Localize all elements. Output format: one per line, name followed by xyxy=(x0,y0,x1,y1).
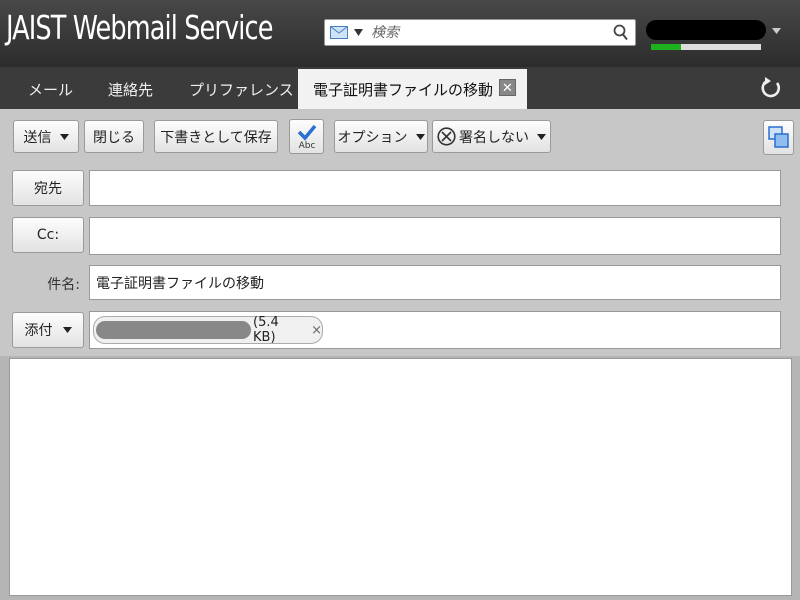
quota-bar-fill xyxy=(651,44,681,50)
compose-header-form: 宛先 Cc: 件名: 添付 (5.4 KB) × xyxy=(0,164,800,356)
cc-button[interactable]: Cc: xyxy=(12,217,84,253)
spellcheck-button[interactable]: Abc xyxy=(289,119,324,154)
search-icon[interactable] xyxy=(613,24,629,41)
mail-icon[interactable] xyxy=(330,26,348,39)
send-button-label: 送信 xyxy=(23,129,52,146)
app-title: JAIST Webmail Service xyxy=(6,8,273,47)
no-signature-icon xyxy=(437,127,456,146)
tab-contacts[interactable]: 連絡先 xyxy=(108,79,153,100)
to-button[interactable]: 宛先 xyxy=(12,170,84,206)
chevron-down-icon xyxy=(537,133,546,140)
chevron-down-icon xyxy=(415,133,425,140)
spellcheck-icon: Abc xyxy=(297,124,316,150)
attachment-area[interactable]: (5.4 KB) × xyxy=(89,311,781,349)
compose-toolbar: 送信 閉じる 下書きとして保存 Abc オプション 署名しない xyxy=(0,109,800,164)
refresh-icon[interactable] xyxy=(760,77,782,99)
attachment-size: (5.4 KB) xyxy=(253,315,279,345)
tab-bar: メール 連絡先 プリファレンス 電子証明書ファイルの移動 ✕ xyxy=(0,67,800,109)
save-draft-button[interactable]: 下書きとして保存 xyxy=(154,120,278,153)
tab-certificate-move[interactable]: 電子証明書ファイルの移動 ✕ xyxy=(298,69,527,109)
tab-mail[interactable]: メール xyxy=(28,79,73,100)
options-button-label: オプション xyxy=(337,129,408,146)
app-header: JAIST Webmail Service xyxy=(0,0,800,67)
subject-label: 件名: xyxy=(47,277,80,293)
popout-button[interactable] xyxy=(763,120,794,155)
spellcheck-label: Abc xyxy=(298,141,315,150)
tab-certificate-move-label: 電子証明書ファイルの移動 xyxy=(313,81,494,99)
chevron-down-icon[interactable] xyxy=(354,29,363,36)
signature-dropdown-label: 署名しない xyxy=(459,129,529,146)
chevron-down-icon xyxy=(62,327,72,333)
attach-button-label: 添付 xyxy=(24,323,53,339)
quota-bar xyxy=(651,44,761,50)
send-button[interactable]: 送信 xyxy=(13,120,79,153)
popout-window-icon xyxy=(767,125,789,148)
attach-button[interactable]: 添付 xyxy=(12,312,84,348)
tab-preferences[interactable]: プリファレンス xyxy=(189,79,294,100)
close-tab-icon[interactable]: ✕ xyxy=(499,79,516,96)
subject-field[interactable] xyxy=(89,265,781,300)
chevron-down-icon[interactable] xyxy=(772,28,781,34)
message-body xyxy=(9,358,792,596)
options-button[interactable]: オプション xyxy=(334,120,428,153)
search-input[interactable] xyxy=(371,22,601,43)
cc-field[interactable] xyxy=(89,217,781,255)
search-box xyxy=(324,19,636,46)
signature-dropdown[interactable]: 署名しない xyxy=(432,120,551,153)
remove-attachment-icon[interactable]: × xyxy=(311,323,322,338)
attachment-filename-redacted xyxy=(96,321,252,339)
message-body-editor[interactable] xyxy=(10,359,791,595)
to-field[interactable] xyxy=(89,170,781,206)
close-button[interactable]: 閉じる xyxy=(84,120,144,153)
chevron-down-icon xyxy=(59,133,69,140)
user-account-redacted[interactable] xyxy=(646,20,766,40)
attachment-chip[interactable]: (5.4 KB) × xyxy=(93,315,323,345)
